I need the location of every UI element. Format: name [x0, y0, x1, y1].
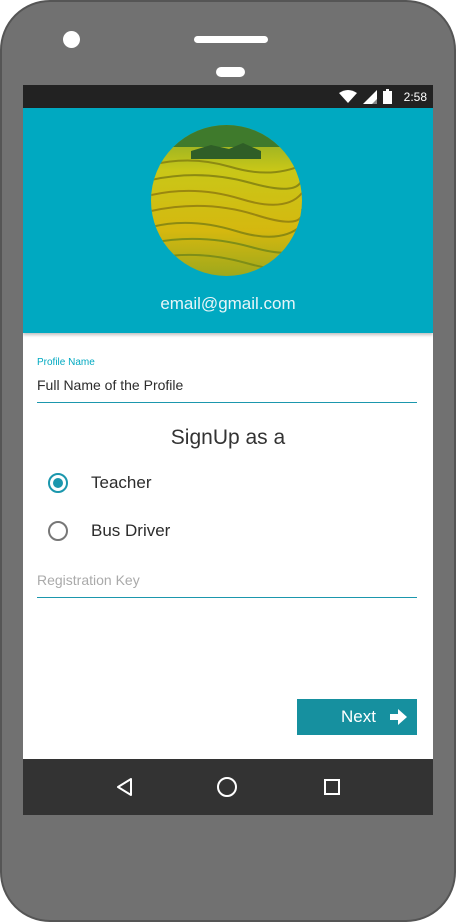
signal-icon — [362, 89, 377, 104]
wifi-icon — [338, 89, 357, 103]
navigation-bar — [23, 759, 433, 815]
next-button[interactable]: Next — [297, 699, 417, 735]
radio-option-teacher[interactable]: Teacher — [48, 471, 151, 495]
signup-title: SignUp as a — [170, 426, 286, 449]
radio-dot — [53, 478, 63, 488]
profile-email: email@gmail.com — [160, 294, 296, 313]
status-time: 2:58 — [403, 89, 427, 104]
home-icon[interactable] — [215, 775, 239, 799]
radio-option-bus-driver[interactable]: Bus Driver — [48, 519, 170, 543]
profile-name-label: Profile Name — [37, 357, 95, 368]
radio-button-unchecked[interactable] — [48, 521, 68, 541]
profile-name-input[interactable]: Full Name of the Profile — [37, 377, 183, 393]
registration-key-underline — [37, 597, 417, 598]
radio-label-bus-driver: Bus Driver — [91, 521, 171, 540]
app-screen: 2:58 email@gmail.com Profile Name Full N… — [23, 85, 433, 815]
earpiece-speaker — [194, 36, 268, 43]
profile-name-underline — [37, 402, 417, 403]
profile-header: email@gmail.com — [23, 108, 433, 333]
back-icon[interactable] — [113, 775, 137, 799]
recents-icon[interactable] — [320, 775, 344, 799]
status-bar: 2:58 — [23, 85, 433, 108]
front-camera — [63, 31, 80, 48]
status-icons: 2:58 — [338, 85, 427, 108]
registration-key-input[interactable]: Registration Key — [37, 572, 140, 588]
battery-icon — [382, 89, 392, 104]
avatar[interactable] — [151, 125, 302, 276]
terraced-fields-avatar-image — [151, 125, 302, 276]
arrow-right-icon — [390, 709, 407, 725]
radio-button-checked[interactable] — [48, 473, 68, 493]
next-button-label: Next — [341, 707, 376, 726]
proximity-sensor — [216, 67, 245, 77]
radio-label-teacher: Teacher — [91, 473, 152, 492]
